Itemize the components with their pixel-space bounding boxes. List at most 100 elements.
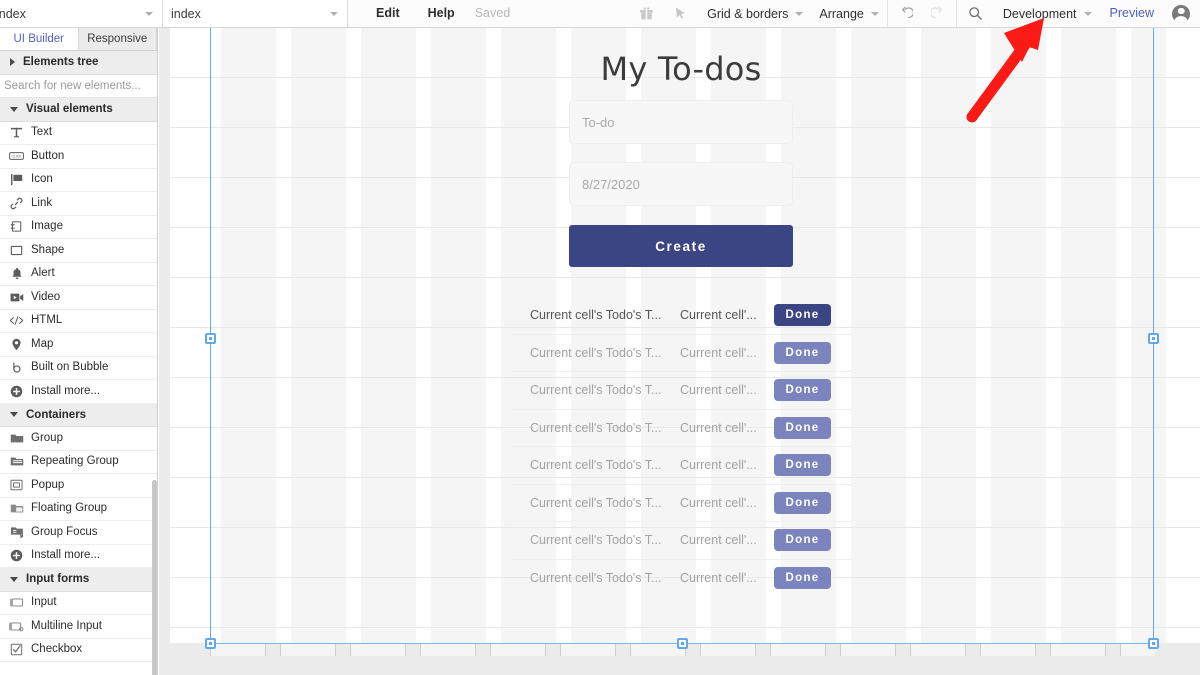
element-built-on-bubble[interactable]: Built on Bubble	[0, 356, 157, 380]
element-label: Built on Bubble	[31, 361, 109, 373]
table-row[interactable]: Current cell's Todo's T... Current cell'…	[512, 297, 852, 335]
element-popup[interactable]: Popup	[0, 474, 157, 498]
repeating-group-icon	[7, 455, 26, 469]
group-focus-icon	[7, 525, 26, 539]
repeating-group-todos[interactable]: Current cell's Todo's T... Current cell'…	[512, 297, 852, 597]
redo-icon[interactable]	[922, 0, 956, 27]
chevron-down-icon	[870, 11, 879, 16]
element-repeating-group[interactable]: Repeating Group	[0, 450, 157, 474]
element-map[interactable]: Map	[0, 333, 157, 357]
cell-todo-title: Current cell's Todo's T...	[530, 383, 662, 398]
element-shape[interactable]: Shape	[0, 239, 157, 263]
image-icon	[7, 220, 26, 234]
resize-handle-bottom-left[interactable]	[205, 638, 216, 649]
element-label: Icon	[31, 173, 53, 185]
section-title: Visual elements	[26, 103, 113, 116]
text-icon	[7, 126, 26, 140]
avatar[interactable]	[1172, 4, 1190, 23]
table-row[interactable]: Current cell's Todo's T... Current cell'…	[512, 560, 852, 598]
element-video[interactable]: Video	[0, 286, 157, 310]
element-install-more-visual[interactable]: Install more...	[0, 380, 157, 404]
done-button[interactable]: Done	[774, 341, 831, 364]
cell-todo-title: Current cell's Todo's T...	[530, 571, 662, 586]
element-label: Button	[31, 149, 65, 162]
map-pin-icon	[7, 337, 26, 351]
cursor-icon[interactable]	[663, 0, 697, 27]
table-row[interactable]: Current cell's Todo's T... Current cell'…	[512, 447, 852, 485]
resize-handle-right[interactable]	[1148, 333, 1159, 344]
done-button[interactable]: Done	[774, 567, 831, 590]
table-row[interactable]: Current cell's Todo's T... Current cell'…	[512, 372, 852, 410]
plus-circle-icon	[7, 549, 26, 563]
menu-edit[interactable]: Edit	[362, 0, 414, 27]
element-label: Install more...	[31, 384, 101, 397]
resize-handle-left[interactable]	[205, 333, 216, 344]
element-icon[interactable]: Icon	[0, 168, 157, 192]
todo-input[interactable]: To-do	[569, 100, 793, 144]
element-link[interactable]: Link	[0, 192, 157, 216]
undo-redo-group	[886, 0, 957, 27]
element-label: Popup	[31, 478, 65, 491]
resize-handle-bottom[interactable]	[677, 638, 688, 649]
table-row[interactable]: Current cell's Todo's T... Current cell'…	[512, 522, 852, 560]
cell-todo-title: Current cell's Todo's T...	[530, 420, 662, 435]
element-label: Shape	[31, 243, 65, 256]
cell-todo-title: Current cell's Todo's T...	[530, 345, 662, 360]
table-row[interactable]: Current cell's Todo's T... Current cell'…	[512, 335, 852, 372]
done-button[interactable]: Done	[774, 454, 831, 477]
sidebar-scrollbar[interactable]	[152, 480, 157, 675]
done-button[interactable]: Done	[774, 304, 831, 327]
section-containers[interactable]: Containers	[0, 403, 157, 427]
menu-help[interactable]: Help	[414, 0, 469, 27]
undo-icon[interactable]	[888, 0, 922, 27]
element-label: Floating Group	[31, 502, 108, 514]
search-input[interactable]	[0, 79, 157, 92]
element-html[interactable]: HTML	[0, 309, 157, 333]
cell-todo-date: Current cell'...	[680, 383, 757, 398]
elements-tree-header[interactable]: Elements tree	[0, 51, 157, 75]
done-button[interactable]: Done	[774, 379, 831, 402]
bubble-icon	[7, 361, 26, 375]
page-title[interactable]: My To-dos	[569, 50, 793, 88]
element-input[interactable]: Input	[0, 591, 157, 615]
gift-icon[interactable]	[629, 0, 663, 27]
arrange-dropdown[interactable]: Arrange	[809, 0, 884, 27]
tab-responsive[interactable]: Responsive	[78, 28, 157, 50]
left-sidebar: UI Builder Responsive Elements tree Visu…	[0, 28, 158, 675]
done-button[interactable]: Done	[774, 491, 831, 514]
table-row[interactable]: Current cell's Todo's T... Current cell'…	[512, 410, 852, 447]
resize-handle-bottom-right[interactable]	[1148, 638, 1159, 649]
version-dropdown[interactable]: Development	[993, 0, 1098, 27]
element-alert[interactable]: Alert	[0, 262, 157, 286]
preview-button[interactable]: Preview	[1098, 0, 1166, 27]
date-input[interactable]: 8/27/2020	[569, 162, 793, 206]
element-label: Repeating Group	[31, 455, 119, 467]
multiline-input-icon	[7, 619, 26, 633]
element-floating-group[interactable]: Floating Group	[0, 497, 157, 521]
element-group[interactable]: Group	[0, 427, 157, 451]
element-group-focus[interactable]: Group Focus	[0, 521, 157, 545]
element-multiline-input[interactable]: Multiline Input	[0, 615, 157, 639]
cell-todo-title: Current cell's Todo's T...	[530, 458, 662, 473]
app-select[interactable]: index	[0, 0, 163, 27]
tab-ui-builder[interactable]: UI Builder	[0, 28, 79, 50]
element-checkbox[interactable]: Checkbox	[0, 638, 157, 662]
element-label: Input	[31, 596, 57, 608]
version-label: Development	[1002, 6, 1077, 21]
grid-borders-dropdown[interactable]: Grid & borders	[697, 0, 809, 27]
table-row[interactable]: Current cell's Todo's T... Current cell'…	[512, 485, 852, 522]
element-text[interactable]: Text	[0, 121, 157, 145]
done-button[interactable]: Done	[774, 416, 831, 439]
page-select[interactable]: index	[163, 0, 348, 27]
element-install-more-containers[interactable]: Install more...	[0, 544, 157, 568]
element-search[interactable]	[0, 74, 157, 98]
checkbox-icon	[7, 643, 26, 657]
element-image[interactable]: Image	[0, 215, 157, 239]
save-status: Saved	[474, 6, 511, 20]
search-icon[interactable]	[959, 0, 993, 27]
element-button[interactable]: CLICK Button	[0, 145, 157, 169]
create-button[interactable]: Create	[569, 225, 793, 267]
section-input-forms[interactable]: Input forms	[0, 568, 157, 592]
done-button[interactable]: Done	[774, 529, 831, 552]
section-visual-elements[interactable]: Visual elements	[0, 98, 157, 122]
